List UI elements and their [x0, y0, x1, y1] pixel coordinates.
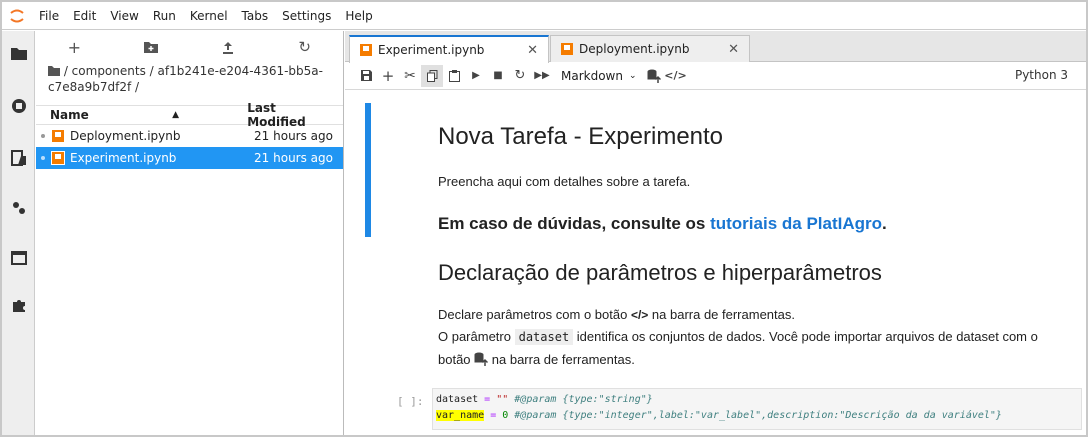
code-var-highlighted: var_name [436, 410, 485, 421]
cut-scissors-icon[interactable]: ✂ [399, 65, 421, 87]
notebook-icon [561, 43, 573, 55]
cell-collapser[interactable] [365, 103, 371, 237]
close-icon[interactable]: ✕ [728, 42, 739, 57]
code-line-1: dataset = "" #@param {type:"string"} [436, 392, 1078, 408]
notebook-icon [52, 130, 64, 142]
notebook-icon [360, 44, 372, 56]
params-paragraph-1: Declare parâmetros com o botão </> na ba… [438, 307, 795, 322]
tab-label: Experiment.ipynb [378, 43, 485, 57]
file-name: Deployment.ipynb [70, 129, 181, 143]
main-dock-panel: Experiment.ipynb ✕ Deployment.ipynb ✕ + … [345, 31, 1086, 435]
para2-text-a: O parâmetro [438, 329, 515, 344]
intro-text: Preencha aqui com detalhes sobre a taref… [438, 174, 691, 189]
code-string: "" [496, 394, 509, 405]
paste-clipboard-icon[interactable] [443, 65, 465, 87]
running-kernels-icon[interactable] [10, 97, 27, 114]
menu-settings[interactable]: Settings [275, 9, 338, 23]
parameter-code-icon[interactable]: </> [664, 65, 686, 87]
menu-help[interactable]: Help [338, 9, 379, 23]
commands-palette-icon[interactable] [10, 149, 27, 166]
tutorials-link[interactable]: tutoriais da PlatIAgro [710, 214, 882, 233]
cell-prompt: [ ]: [397, 395, 424, 408]
upload-icon[interactable] [190, 31, 267, 63]
tab-label: Deployment.ipynb [579, 42, 690, 56]
file-row-deployment[interactable]: Deployment.ipynb 21 hours ago [36, 125, 343, 147]
column-name-header[interactable]: Name [50, 108, 172, 122]
chevron-down-icon: ⌄ [628, 70, 637, 81]
status-dot [41, 156, 45, 160]
sort-caret-icon[interactable]: ▲ [172, 110, 247, 120]
para3-text-a: botão [438, 352, 475, 367]
open-tabs-icon[interactable] [10, 249, 27, 266]
new-launcher-plus-icon[interactable]: + [36, 31, 113, 63]
tab-deployment[interactable]: Deployment.ipynb ✕ [550, 35, 750, 62]
menu-edit[interactable]: Edit [66, 9, 103, 23]
menu-file[interactable]: File [32, 9, 66, 23]
fast-forward-icon[interactable]: ▶▶ [531, 65, 553, 87]
kernel-name[interactable]: Python 3 [1015, 68, 1068, 82]
notebook-title: Nova Tarefa - Experimento [438, 123, 724, 150]
refresh-icon[interactable]: ↻ [266, 31, 343, 63]
inline-code-dataset: dataset [514, 329, 574, 345]
para1-text-b: na barra de ferramentas. [648, 307, 795, 322]
doubts-suffix: . [882, 214, 887, 233]
code-operator: = [484, 410, 503, 421]
doubts-prefix: Em caso de dúvidas, consulte os [438, 214, 711, 233]
dataset-upload-icon[interactable] [643, 65, 665, 87]
code-comment: #@param {type:"string"} [508, 394, 653, 405]
extension-puzzle-icon[interactable] [10, 297, 27, 314]
menu-kernel[interactable]: Kernel [183, 9, 235, 23]
file-browser-toolbar: + ↻ [36, 31, 343, 63]
folder-icon[interactable] [10, 45, 27, 62]
notebook-icon [51, 151, 65, 165]
cell-type-value: Markdown [561, 68, 623, 83]
new-folder-icon[interactable] [113, 31, 190, 63]
code-cell-editor[interactable]: dataset = "" #@param {type:"string"} var… [432, 388, 1082, 430]
cell-type-select[interactable]: Markdown ⌄ [561, 69, 637, 83]
para1-text-a: Declare parâmetros com o botão [438, 307, 631, 322]
params-paragraph-3: botão na barra de ferramentas. [438, 352, 635, 367]
stop-square-icon[interactable]: ■ [487, 65, 509, 87]
save-icon[interactable] [355, 65, 377, 87]
file-list-header: Name ▲ Last Modified [36, 101, 343, 129]
doubts-heading: Em caso de dúvidas, consulte os tutoriai… [438, 214, 887, 234]
menu-tabs[interactable]: Tabs [235, 9, 276, 23]
copy-icon[interactable] [421, 64, 443, 87]
code-var: dataset [436, 394, 479, 405]
params-paragraph-2: O parâmetro dataset identifica os conjun… [438, 329, 1038, 345]
para2-text-b: identifica os conjuntos de dados. Você p… [573, 329, 1038, 344]
menu-bar: File Edit View Run Kernel Tabs Settings … [2, 2, 1086, 30]
file-browser-panel: + ↻ / components / af1b241e-e204-4361-bb… [36, 31, 344, 435]
parameter-code-icon: </> [630, 308, 649, 322]
folder-icon[interactable] [48, 66, 60, 76]
left-sidebar-tabs [2, 31, 35, 435]
breadcrumb-path[interactable]: / components / af1b241e-e204-4361-bb5a-c… [48, 64, 323, 94]
close-icon[interactable]: ✕ [527, 43, 538, 58]
jupyter-logo-icon [2, 2, 32, 30]
section-heading: Declaração de parâmetros e hiperparâmetr… [438, 260, 882, 285]
file-modified: 21 hours ago [254, 129, 333, 143]
file-name: Experiment.ipynb [70, 151, 177, 165]
status-dot [41, 134, 45, 138]
jupyterlab-window: File Edit View Run Kernel Tabs Settings … [0, 0, 1088, 437]
menu-view[interactable]: View [103, 9, 145, 23]
tab-experiment[interactable]: Experiment.ipynb ✕ [349, 35, 549, 63]
breadcrumb: / components / af1b241e-e204-4361-bb5a-c… [36, 63, 343, 95]
run-play-icon[interactable]: ▶ [465, 65, 487, 87]
dataset-upload-icon [474, 352, 489, 366]
insert-cell-plus-icon[interactable]: + [377, 65, 399, 87]
notebook-toolbar: + ✂ ▶ ■ ↻ ▶▶ Markdown ⌄ </> [345, 62, 1086, 90]
menu-run[interactable]: Run [146, 9, 183, 23]
code-comment: #@param {type:"integer",label:"var_label… [508, 410, 1002, 421]
file-modified: 21 hours ago [254, 151, 333, 165]
code-line-2: var_name = 0 #@param {type:"integer",lab… [436, 408, 1078, 424]
code-operator: = [478, 394, 497, 405]
document-tab-bar: Experiment.ipynb ✕ Deployment.ipynb ✕ [345, 31, 1086, 63]
file-row-experiment[interactable]: Experiment.ipynb 21 hours ago [36, 147, 343, 169]
property-inspector-gear-icon[interactable] [10, 199, 27, 216]
para3-text-b: na barra de ferramentas. [488, 352, 635, 367]
restart-icon[interactable]: ↻ [509, 65, 531, 87]
